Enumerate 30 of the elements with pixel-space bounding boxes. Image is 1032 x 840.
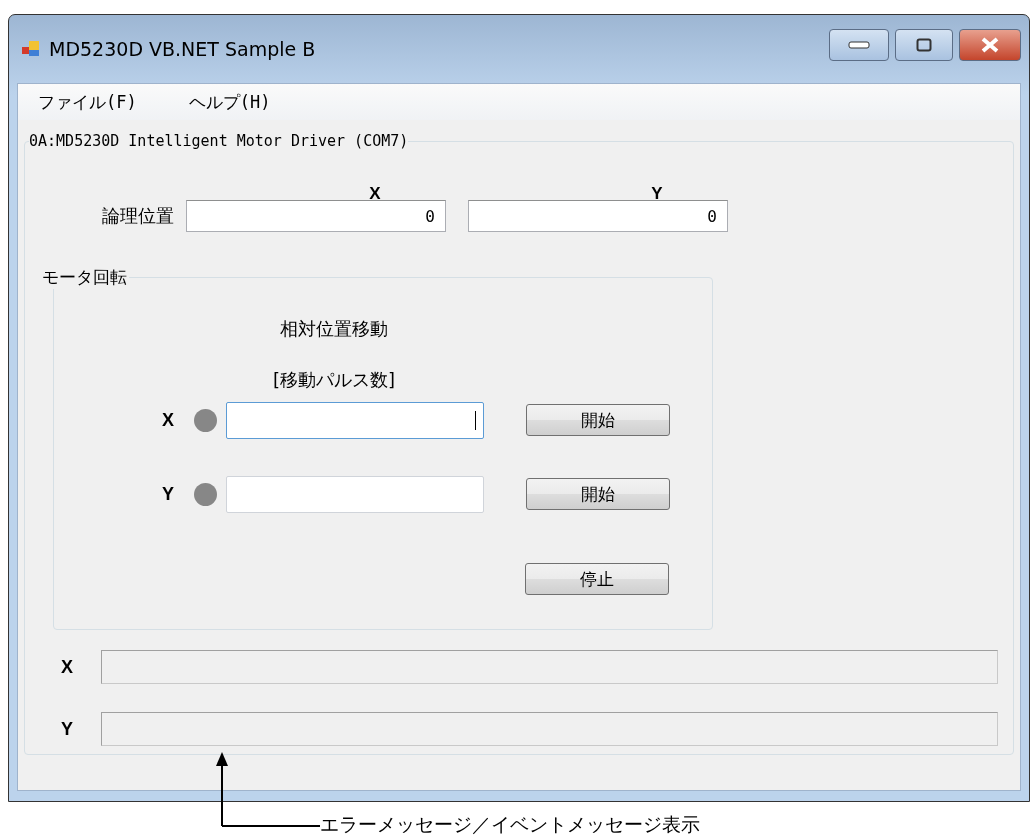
window-title: MD5230D VB.NET Sample B: [49, 38, 316, 60]
field-label: 論理位置: [101, 204, 175, 228]
close-button[interactable]: [959, 29, 1021, 61]
pulse-count-field[interactable]: [226, 475, 484, 513]
position-field[interactable]: 0: [468, 200, 728, 232]
pulse-count-field[interactable]: [226, 401, 484, 439]
text-cursor: [475, 410, 476, 430]
maximize-button[interactable]: [895, 29, 953, 61]
app-icon: [21, 39, 41, 59]
start-button[interactable]: 開始: [526, 478, 670, 510]
menu-item[interactable]: ヘルプ(H): [182, 88, 277, 116]
message-field[interactable]: [101, 712, 998, 746]
minimize-button[interactable]: [829, 29, 889, 61]
axis-label: X: [60, 656, 74, 678]
minimize-icon: [848, 41, 870, 49]
message-field[interactable]: [101, 650, 998, 684]
section-heading: 相対位置移動: [280, 318, 388, 339]
start-button[interactable]: 開始: [526, 404, 670, 436]
section-subheading: [移動パルス数]: [272, 369, 395, 390]
menu-item[interactable]: ファイル(F): [32, 88, 143, 116]
axis-label: X: [161, 409, 174, 431]
annotation-text: エラーメッセージ／イベントメッセージ表示: [320, 812, 700, 837]
group-title: 0A:MD5230D Intelligent Motor Driver (COM7): [29, 132, 409, 150]
group-title: モータ回転: [41, 266, 128, 289]
position-field[interactable]: 0: [186, 200, 446, 232]
close-icon: [980, 37, 1000, 53]
axis-label: Y: [60, 718, 74, 740]
maximize-icon: [916, 38, 932, 52]
axis-label: Y: [161, 483, 174, 505]
stop-button[interactable]: 停止: [525, 563, 669, 595]
